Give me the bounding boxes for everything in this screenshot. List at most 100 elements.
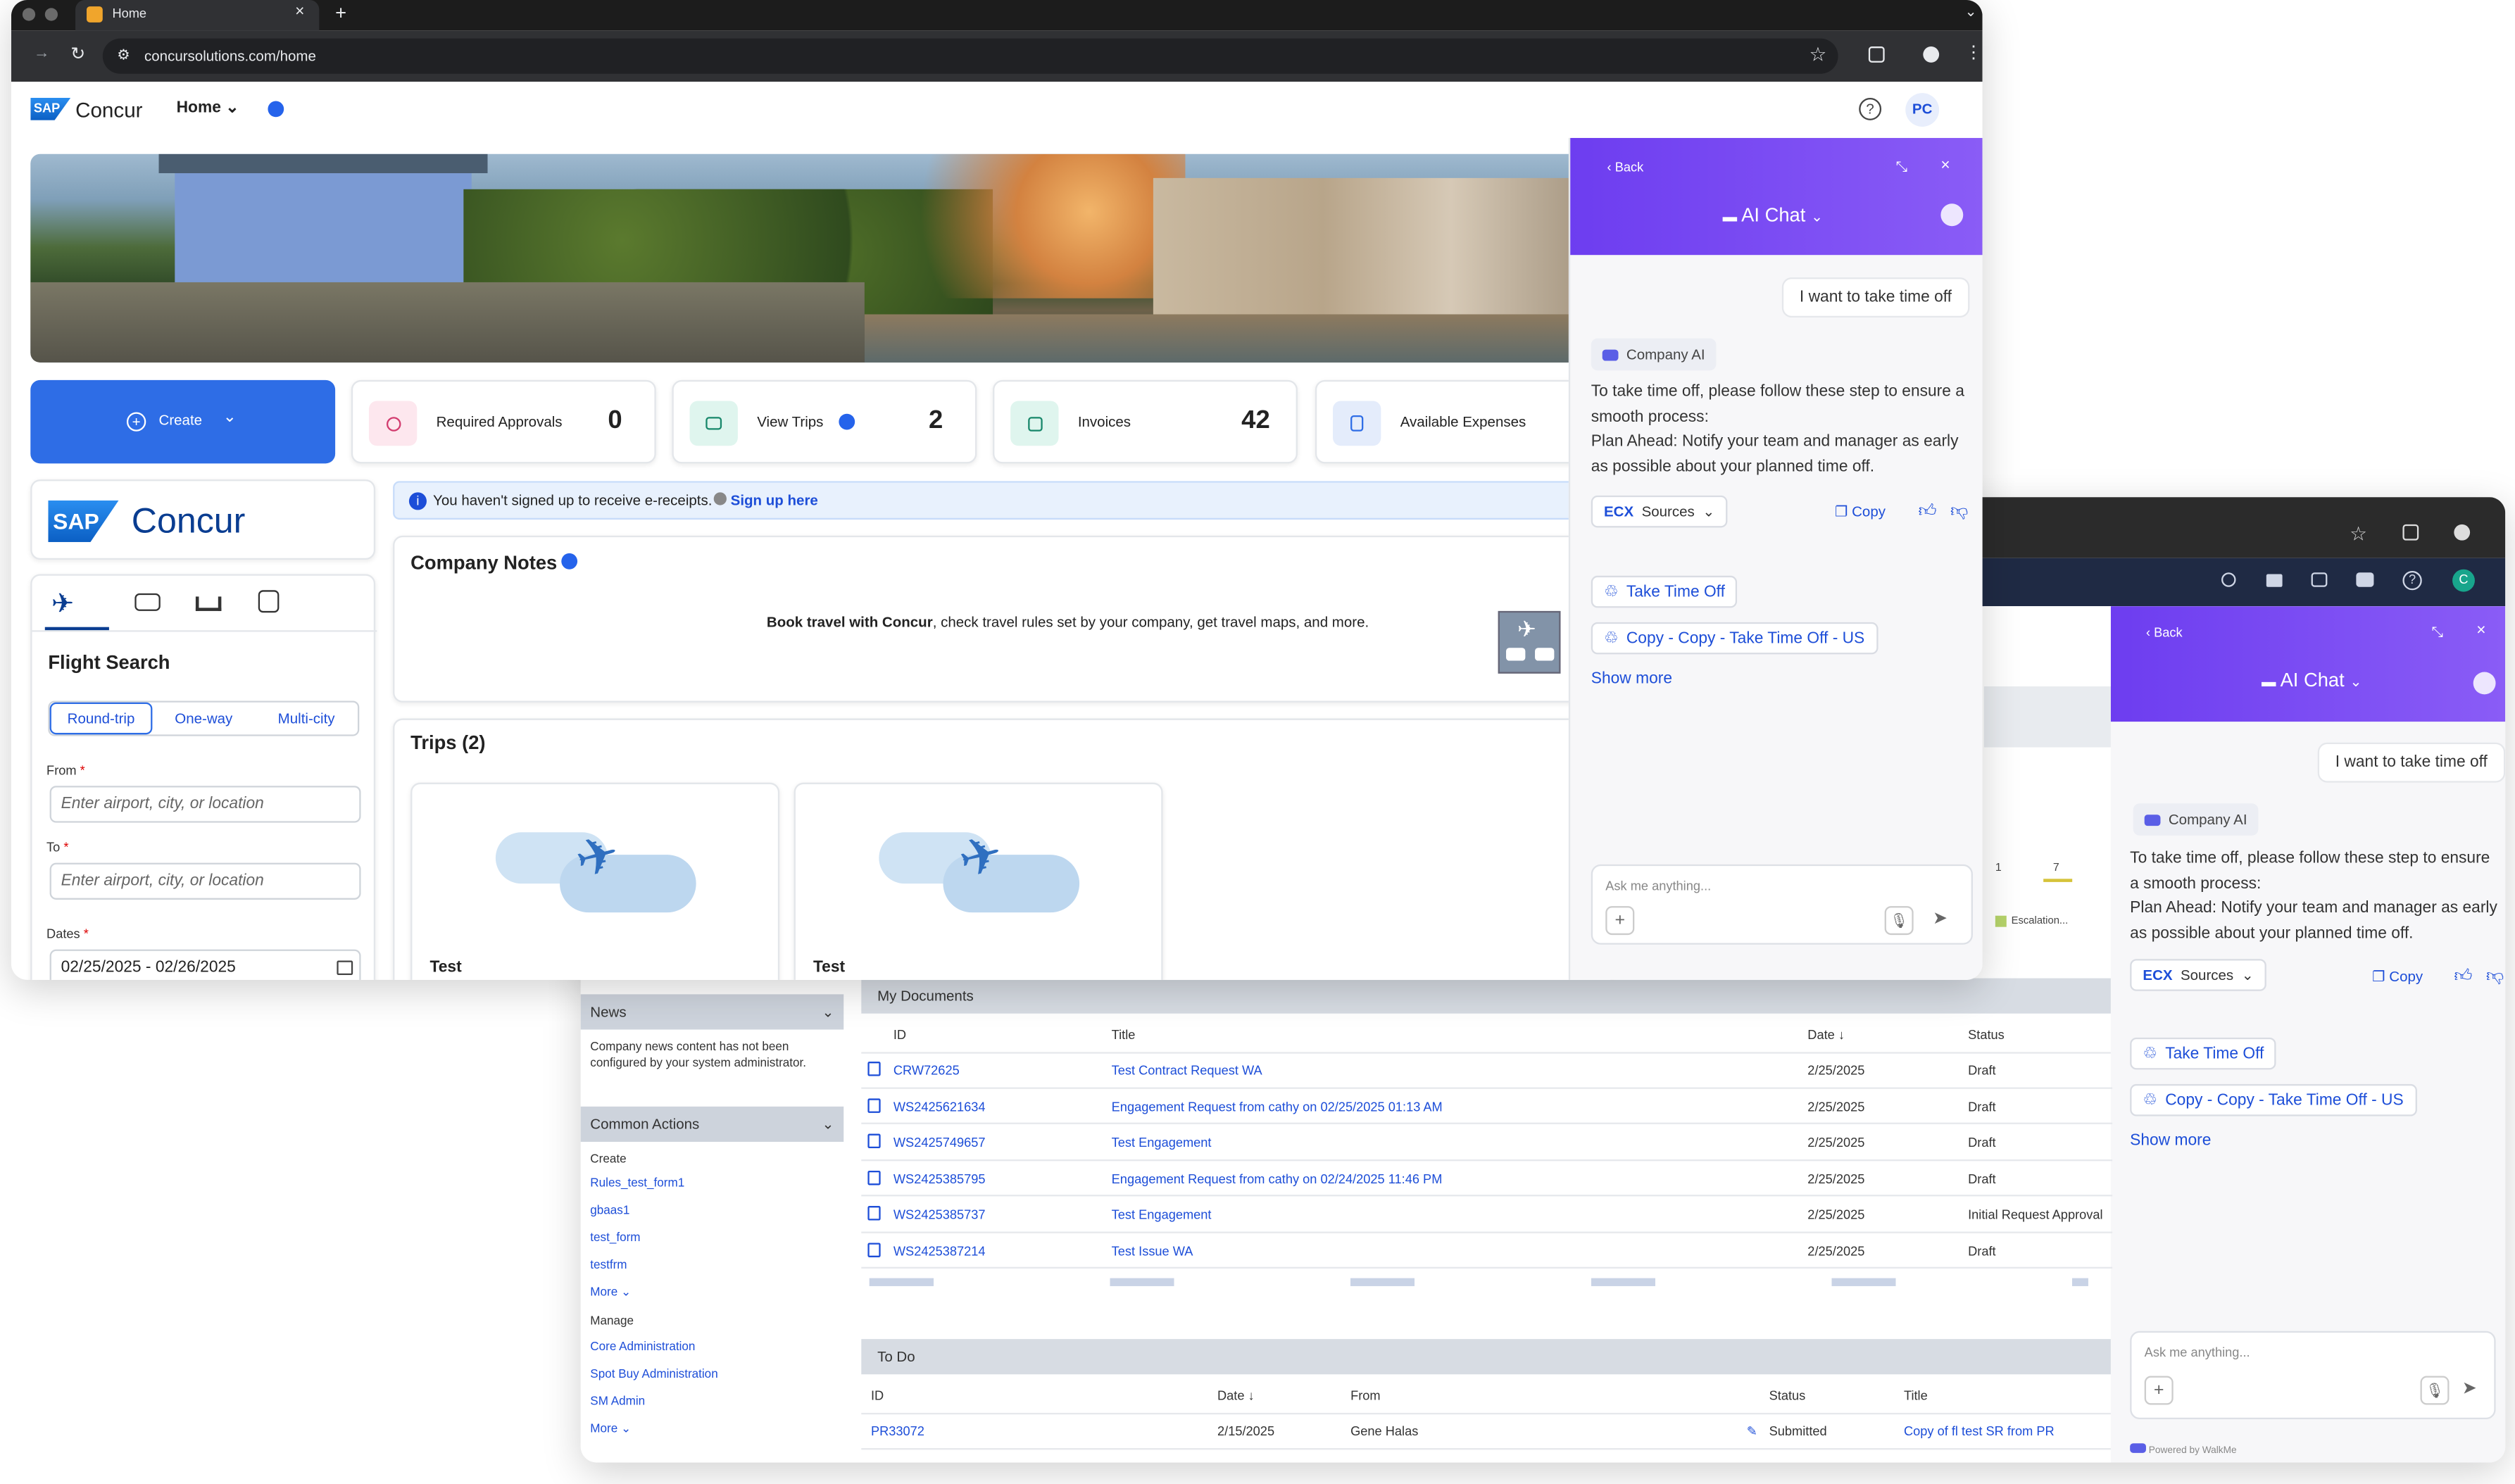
add-icon[interactable]: + — [1605, 906, 1635, 936]
todo-id[interactable]: PR33072 — [871, 1424, 924, 1439]
tab-close-icon[interactable]: × — [295, 4, 304, 21]
chat-input[interactable]: Ask me anything... — [1605, 879, 1711, 893]
profile-icon[interactable] — [1923, 46, 1940, 63]
one-way-option[interactable]: One-way — [152, 703, 255, 735]
sap-logo[interactable]: SAP — [30, 97, 71, 120]
chat-title[interactable]: ▬ AI Chat ⌄ — [2262, 669, 2362, 691]
document-title[interactable]: Test Engagement — [1112, 1136, 1212, 1150]
home-menu[interactable]: Home ⌄ — [177, 99, 239, 117]
close-icon[interactable]: × — [2476, 622, 2485, 640]
from-input[interactable]: Enter airport, city, or location — [49, 786, 361, 823]
trip-card[interactable]: ✈ Test — [410, 782, 780, 980]
address-bar[interactable]: ⚙ concursolutions.com/home ☆ — [102, 38, 1838, 74]
col-title[interactable]: Title — [1904, 1389, 1928, 1404]
document-title[interactable]: Test Contract Request WA — [1112, 1063, 1262, 1078]
show-more-link[interactable]: Show more — [1591, 670, 1672, 688]
document-id[interactable]: WS2425387214 — [893, 1244, 986, 1259]
thumbs-down-icon[interactable]: 👎︎ — [2486, 965, 2504, 986]
user-avatar[interactable]: PC — [1905, 93, 1940, 127]
chat-icon[interactable] — [2356, 572, 2374, 587]
reload-icon[interactable]: ↻ — [70, 44, 85, 64]
help-icon[interactable]: ? — [2402, 570, 2422, 591]
document-row[interactable]: WS2425621634 Engagement Request from cath… — [861, 1088, 2113, 1124]
dates-input[interactable]: 02/25/2025 - 02/26/2025 — [49, 949, 361, 980]
round-trip-option[interactable]: Round-trip — [49, 702, 153, 735]
close-icon[interactable]: × — [1940, 157, 1950, 175]
col-status[interactable]: Status — [1968, 1028, 2005, 1043]
minimize-icon[interactable]: ⤡ — [2431, 624, 2442, 641]
sources-button[interactable]: ECX Sources ⌄ — [2130, 959, 2267, 991]
flight-hotel-tab-icon[interactable]: ✈ — [51, 589, 74, 621]
manage-link[interactable]: Core Administration — [581, 1333, 844, 1360]
thumbs-down-icon[interactable]: 👎︎ — [1950, 501, 1968, 521]
extensions-icon[interactable] — [2402, 524, 2419, 541]
site-info-icon[interactable]: ⚙ — [117, 46, 130, 64]
browser-menu-icon[interactable]: ⋮ — [1965, 42, 1983, 63]
col-id[interactable]: ID — [871, 1389, 884, 1404]
document-id[interactable]: WS2425385795 — [893, 1171, 986, 1186]
create-link[interactable]: test_form — [581, 1224, 844, 1251]
thumbs-up-icon[interactable]: 👍︎ — [2454, 965, 2472, 986]
chat-input-box[interactable]: Ask me anything... + 🎙︎ ➤ — [2130, 1331, 2496, 1420]
rail-tab-icon[interactable] — [258, 590, 280, 613]
chat-input-box[interactable]: Ask me anything... + 🎙︎ ➤ — [1591, 864, 1973, 945]
window-close-dot[interactable] — [22, 8, 36, 21]
col-status[interactable]: Status — [1769, 1389, 1806, 1404]
tab-search-icon[interactable]: ⌄ — [1965, 4, 1977, 21]
sign-up-link[interactable]: Sign up here — [731, 492, 818, 508]
col-title[interactable]: Title — [1112, 1028, 1136, 1043]
todo-row[interactable]: PR33072 2/15/2025 Gene Halas ✎ Submitted… — [861, 1413, 2113, 1450]
send-icon[interactable]: ➤ — [2462, 1378, 2477, 1398]
document-title[interactable]: Test Issue WA — [1112, 1244, 1193, 1259]
col-date[interactable]: Date ↓ — [1217, 1389, 1255, 1404]
create-link[interactable]: testfrm — [581, 1251, 844, 1278]
window-min-dot[interactable] — [44, 8, 58, 21]
to-input[interactable]: Enter airport, city, or location — [49, 862, 361, 900]
create-link[interactable]: Rules_test_form1 — [581, 1169, 844, 1197]
document-row[interactable]: WS2425749657 Test Engagement 2/25/2025 Draf… — [861, 1124, 2113, 1161]
extensions-icon[interactable] — [1868, 46, 1885, 63]
feedback-icon[interactable] — [2311, 572, 2328, 587]
col-date[interactable]: Date ↓ — [1807, 1028, 1845, 1043]
hotel-tab-icon[interactable] — [195, 596, 222, 611]
send-icon[interactable]: ➤ — [1933, 907, 1948, 929]
copy-button[interactable]: ❐ Copy — [1835, 503, 1886, 521]
document-id[interactable]: WS2425385737 — [893, 1207, 986, 1222]
manage-link[interactable]: SM Admin — [581, 1387, 844, 1414]
bookmark-star-icon[interactable]: ☆ — [1810, 44, 1827, 66]
new-chat-icon[interactable] — [1940, 203, 1964, 227]
microphone-icon[interactable]: 🎙︎ — [2420, 1376, 2450, 1405]
document-title[interactable]: Engagement Request from cathy on 02/24/2… — [1112, 1171, 1443, 1186]
multi-city-option[interactable]: Multi-city — [255, 703, 358, 735]
document-title[interactable]: Engagement Request from cathy on 02/25/2… — [1112, 1100, 1443, 1114]
required-approvals-tile[interactable]: Required Approvals 0 — [351, 379, 656, 464]
todo-title[interactable]: Copy of fl test SR from PR — [1904, 1424, 2055, 1439]
document-row[interactable]: WS2425385795 Engagement Request from cath… — [861, 1160, 2113, 1197]
source-link-copy[interactable]: ♲ Copy - Copy - Take Time Off - US — [2130, 1083, 2416, 1117]
invoices-tile[interactable]: Invoices 42 — [993, 379, 1298, 464]
common-actions-header[interactable]: Common Actions ⌄ — [580, 1106, 844, 1142]
col-from[interactable]: From — [1350, 1389, 1381, 1404]
back-button[interactable]: ‹ Back — [2146, 625, 2183, 640]
star-icon[interactable]: ☆ — [2350, 523, 2367, 546]
document-row[interactable]: WS2425385737 Test Engagement 2/25/2025 Init… — [861, 1196, 2113, 1233]
calendar-icon[interactable] — [337, 960, 353, 976]
news-header[interactable]: News ⌄ — [580, 994, 844, 1030]
document-title[interactable]: Test Engagement — [1112, 1207, 1212, 1222]
sources-button[interactable]: ECX Sources ⌄ — [1591, 495, 1728, 528]
view-trips-tile[interactable]: View Trips 2 — [672, 379, 977, 464]
thumbs-up-icon[interactable]: 👍︎ — [1918, 501, 1936, 521]
manage-link[interactable]: Spot Buy Administration — [581, 1360, 844, 1388]
create-link[interactable]: gbaas1 — [581, 1196, 844, 1224]
available-expenses-tile[interactable]: Available Expenses — [1315, 379, 1580, 464]
print-icon[interactable] — [2266, 574, 2283, 587]
document-id[interactable]: WS2425749657 — [893, 1136, 986, 1150]
minimize-icon[interactable]: ⤡ — [1896, 159, 1907, 177]
show-more-link[interactable]: Show more — [2130, 1132, 2211, 1150]
add-icon[interactable]: + — [2144, 1376, 2174, 1405]
search-icon[interactable] — [2221, 572, 2236, 587]
help-icon[interactable]: ? — [1859, 97, 1882, 120]
back-button[interactable]: ‹ Back — [1607, 161, 1644, 175]
user-avatar[interactable]: C — [2452, 569, 2475, 592]
forward-icon[interactable]: → — [34, 45, 50, 63]
